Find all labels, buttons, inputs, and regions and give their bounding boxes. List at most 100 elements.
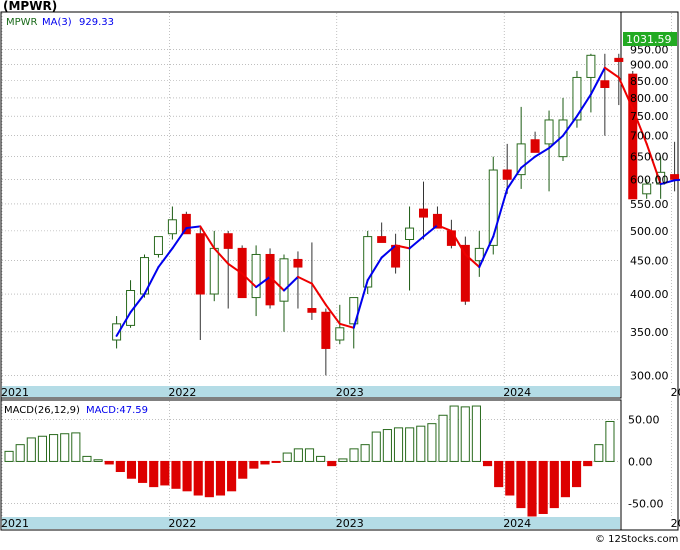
macd-bar-positive bbox=[4, 450, 14, 462]
macd-bar-positive bbox=[393, 427, 404, 462]
candle-down bbox=[377, 236, 387, 243]
macd-bar-positive bbox=[438, 414, 448, 462]
macd-bar-negative bbox=[227, 460, 237, 492]
macd-bar-negative bbox=[260, 460, 270, 465]
candle-up bbox=[544, 119, 554, 145]
macd-x-tick-label: 2022 bbox=[168, 517, 196, 530]
macd-bar-positive bbox=[360, 444, 370, 462]
price-y-tick-label: 650.00 bbox=[630, 151, 669, 164]
candle-down bbox=[530, 139, 540, 153]
macd-bar-positive bbox=[49, 434, 59, 462]
macd-bar-negative bbox=[104, 460, 114, 465]
macd-bar-negative bbox=[516, 460, 526, 509]
price-x-tick-label: 2022 bbox=[168, 386, 196, 399]
ma-segment bbox=[673, 178, 680, 182]
watermark: © 12Stocks.com bbox=[595, 534, 678, 545]
price-y-tick-label: 600.00 bbox=[630, 173, 669, 186]
macd-bar-negative bbox=[527, 460, 537, 517]
price-y-tick-label: 550.00 bbox=[630, 198, 669, 211]
macd-bar-positive bbox=[60, 433, 70, 462]
macd-bar-positive bbox=[594, 444, 604, 462]
macd-bar-negative bbox=[505, 460, 515, 496]
candle-up bbox=[586, 54, 596, 78]
candle-up bbox=[516, 143, 526, 176]
macd-bar-negative bbox=[538, 460, 548, 514]
macd-bar-negative bbox=[249, 460, 259, 469]
candle-down bbox=[419, 208, 428, 218]
candle-down bbox=[223, 233, 233, 249]
price-x-tick-label: 2023 bbox=[336, 386, 364, 399]
ma-segment bbox=[603, 66, 620, 79]
price-series bbox=[112, 53, 680, 376]
macd-bar-positive bbox=[338, 458, 348, 462]
macd-bar-negative bbox=[160, 460, 170, 486]
ma-segment bbox=[296, 275, 313, 285]
price-x-tick-label: 2025 bbox=[671, 386, 680, 399]
macd-bar-negative bbox=[149, 460, 159, 488]
candle-up bbox=[167, 219, 177, 235]
macd-bar-negative bbox=[571, 460, 582, 488]
candle-down bbox=[321, 311, 331, 349]
macd-bar-positive bbox=[15, 444, 25, 462]
candle-down bbox=[600, 80, 610, 88]
price-y-tick-label: 800.00 bbox=[630, 92, 669, 105]
price-y-tick-label: 850.00 bbox=[630, 75, 669, 88]
price-panel-frame bbox=[0, 11, 622, 399]
macd-bar-positive bbox=[304, 448, 315, 462]
candle-up bbox=[209, 247, 219, 295]
chart-title: (MPWR) bbox=[3, 0, 57, 13]
macd-y-tick-label: -50.00 bbox=[628, 497, 663, 510]
price-y-tick-label: 300.00 bbox=[630, 369, 669, 382]
price-y-tick-label: 350.00 bbox=[630, 326, 669, 339]
macd-bar-negative bbox=[549, 460, 559, 509]
macd-bar-positive bbox=[349, 448, 359, 462]
candle-down bbox=[293, 258, 303, 268]
candle-down bbox=[446, 230, 456, 246]
price-legend-ma-label: MA(3) bbox=[42, 17, 72, 28]
macd-bar-positive bbox=[71, 432, 81, 462]
price-y-tick-label: 750.00 bbox=[630, 110, 669, 123]
macd-bar-negative bbox=[560, 460, 570, 498]
macd-bar-negative bbox=[327, 460, 337, 467]
macd-bar-positive bbox=[82, 455, 92, 462]
macd-bar-negative bbox=[215, 460, 226, 496]
candle-up bbox=[405, 227, 415, 241]
macd-bar-positive bbox=[382, 429, 392, 462]
macd-x-tick-label: 2024 bbox=[503, 517, 531, 530]
candle-down bbox=[614, 57, 624, 62]
macd-y-tick-label: 0.00 bbox=[628, 455, 653, 468]
macd-bar-negative bbox=[271, 460, 281, 463]
macd-bar-positive bbox=[460, 406, 470, 462]
macd-bar-negative bbox=[126, 460, 137, 479]
macd-bar-negative bbox=[583, 460, 593, 467]
macd-bar-positive bbox=[293, 448, 303, 462]
grid-layer bbox=[1, 13, 672, 516]
macd-legend-label: MACD(26,12,9) bbox=[4, 405, 80, 416]
macd-bar-negative bbox=[193, 460, 203, 496]
macd-bar-positive bbox=[427, 423, 437, 462]
macd-x-tick-label: 2023 bbox=[336, 517, 364, 530]
last-price-label: 1031.59 bbox=[626, 33, 672, 46]
price-y-tick-label: 900.00 bbox=[630, 59, 669, 72]
candle-up bbox=[251, 253, 261, 299]
macd-bar-positive bbox=[93, 459, 103, 462]
candle-up bbox=[335, 327, 345, 341]
macd-bar-positive bbox=[605, 420, 615, 462]
price-y-tick-label: 700.00 bbox=[630, 130, 669, 143]
stock-chart: (MPWR) MPWR MA(3) 929.33 MACD(26,12,9) M… bbox=[0, 0, 680, 546]
macd-bar-negative bbox=[238, 460, 248, 479]
macd-legend-value: MACD:47.59 bbox=[86, 405, 148, 416]
macd-y-tick-label: 50.00 bbox=[628, 413, 660, 426]
macd-bar-positive bbox=[26, 437, 36, 462]
price-x-tick-label: 2021 bbox=[1, 386, 29, 399]
price-legend-symbol: MPWR bbox=[6, 17, 38, 28]
candle-up bbox=[153, 236, 163, 255]
macd-x-tick-label: 2021 bbox=[1, 517, 29, 530]
price-legend-ma-value: 929.33 bbox=[79, 17, 114, 28]
macd-bar-negative bbox=[494, 460, 504, 488]
macd-bar-positive bbox=[405, 427, 415, 462]
price-y-tick-label: 400.00 bbox=[630, 288, 669, 301]
macd-bar-negative bbox=[115, 460, 125, 473]
price-y-tick-label: 450.00 bbox=[630, 255, 669, 268]
candle-down bbox=[502, 169, 512, 180]
